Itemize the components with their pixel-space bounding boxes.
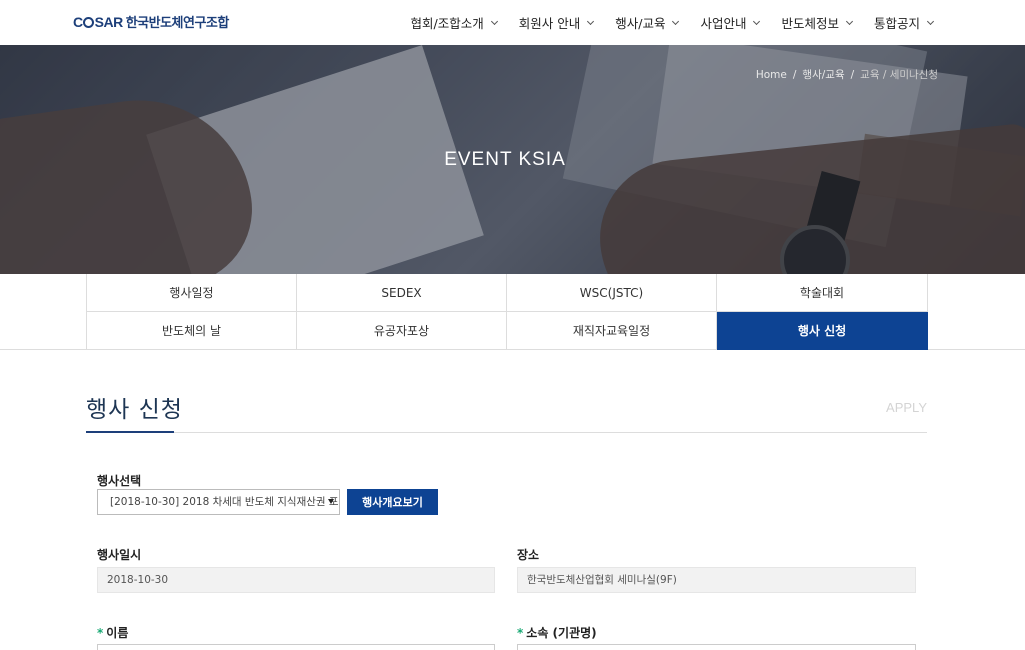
name-input[interactable]: [97, 644, 495, 650]
event-select[interactable]: [2018-10-30] 2018 차세대 반도체 지식재산권 포럼: [97, 489, 340, 515]
site-header: C SAR 한국반도체연구조합 협회/조합소개 회원사 안내 행사/교육 사업안내…: [0, 0, 1025, 45]
breadcrumb-home[interactable]: Home: [756, 69, 787, 81]
tab-conference[interactable]: 학술대회: [717, 274, 928, 312]
event-select-label: 행사선택: [97, 474, 142, 488]
name-label: * 이름: [97, 626, 129, 640]
nav-item-notice[interactable]: 통합공지: [874, 13, 935, 32]
place-field: 한국반도체산업협회 세미나실(9F): [517, 567, 916, 593]
logo-text: 한국반도체연구조합: [125, 16, 230, 31]
nav-item-about[interactable]: 협회/조합소개: [411, 13, 498, 32]
chevron-down-icon: [672, 17, 680, 25]
date-field: 2018-10-30: [97, 567, 495, 593]
tab-sedex[interactable]: SEDEX: [297, 274, 507, 312]
chevron-down-icon: [753, 17, 761, 25]
tab-semiconductor-day[interactable]: 반도체의 날: [87, 312, 297, 350]
page-title-eng: APPLY: [886, 400, 927, 415]
required-mark: *: [97, 626, 104, 640]
breadcrumb: Home / 행사/교육 / 교육 / 세미나신청: [755, 67, 938, 82]
tab-education-schedule[interactable]: 재직자교육일정: [507, 312, 717, 350]
main-nav: 협회/조합소개 회원사 안내 행사/교육 사업안내 반도체정보 통합공지: [389, 0, 935, 45]
tab-apply[interactable]: 행사 신청: [717, 312, 928, 350]
nav-item-business[interactable]: 사업안내: [700, 13, 761, 32]
required-mark: *: [517, 626, 524, 640]
sub-tabs: 행사일정 SEDEX WSC(JSTC) 학술대회 반도체의 날 유공자포상 재…: [86, 274, 928, 350]
dropdown-arrow-icon: [328, 499, 334, 504]
tab-wsc[interactable]: WSC(JSTC): [507, 274, 717, 312]
nav-item-events[interactable]: 행사/교육: [615, 13, 680, 32]
chevron-down-icon: [490, 17, 498, 25]
hero-title: EVENT KSIA: [444, 149, 566, 170]
page-title: 행사 신청: [86, 397, 183, 423]
nav-item-members[interactable]: 회원사 안내: [519, 13, 595, 32]
place-label: 장소: [517, 548, 540, 562]
nav-item-info[interactable]: 반도체정보: [781, 13, 854, 32]
logo-mark: C SAR: [73, 13, 123, 30]
tab-schedule[interactable]: 행사일정: [87, 274, 297, 312]
event-overview-button[interactable]: 행사개요보기: [347, 489, 438, 515]
affiliation-label: * 소속 (기관명): [517, 626, 597, 640]
breadcrumb-events[interactable]: 행사/교육: [802, 67, 844, 82]
affiliation-input[interactable]: [517, 644, 916, 650]
hero-banner: Home / 행사/교육 / 교육 / 세미나신청 EVENT KSIA: [0, 45, 1025, 274]
chevron-down-icon: [845, 17, 854, 25]
breadcrumb-current: 교육 / 세미나신청: [860, 69, 938, 81]
date-label: 행사일시: [97, 548, 142, 562]
tab-awards[interactable]: 유공자포상: [297, 312, 507, 350]
site-logo[interactable]: C SAR 한국반도체연구조합: [73, 12, 230, 32]
chevron-down-icon: [587, 17, 595, 25]
chevron-down-icon: [926, 17, 935, 25]
